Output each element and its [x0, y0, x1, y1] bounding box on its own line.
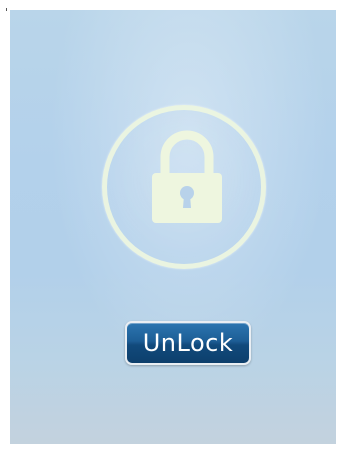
device-frame: UnLock: [0, 0, 338, 455]
unlock-button[interactable]: UnLock: [125, 321, 251, 365]
lock-screen: UnLock: [10, 10, 336, 444]
lock-ring: [102, 105, 266, 269]
lock-icon: [152, 130, 222, 223]
corner-dot: [6, 8, 7, 11]
